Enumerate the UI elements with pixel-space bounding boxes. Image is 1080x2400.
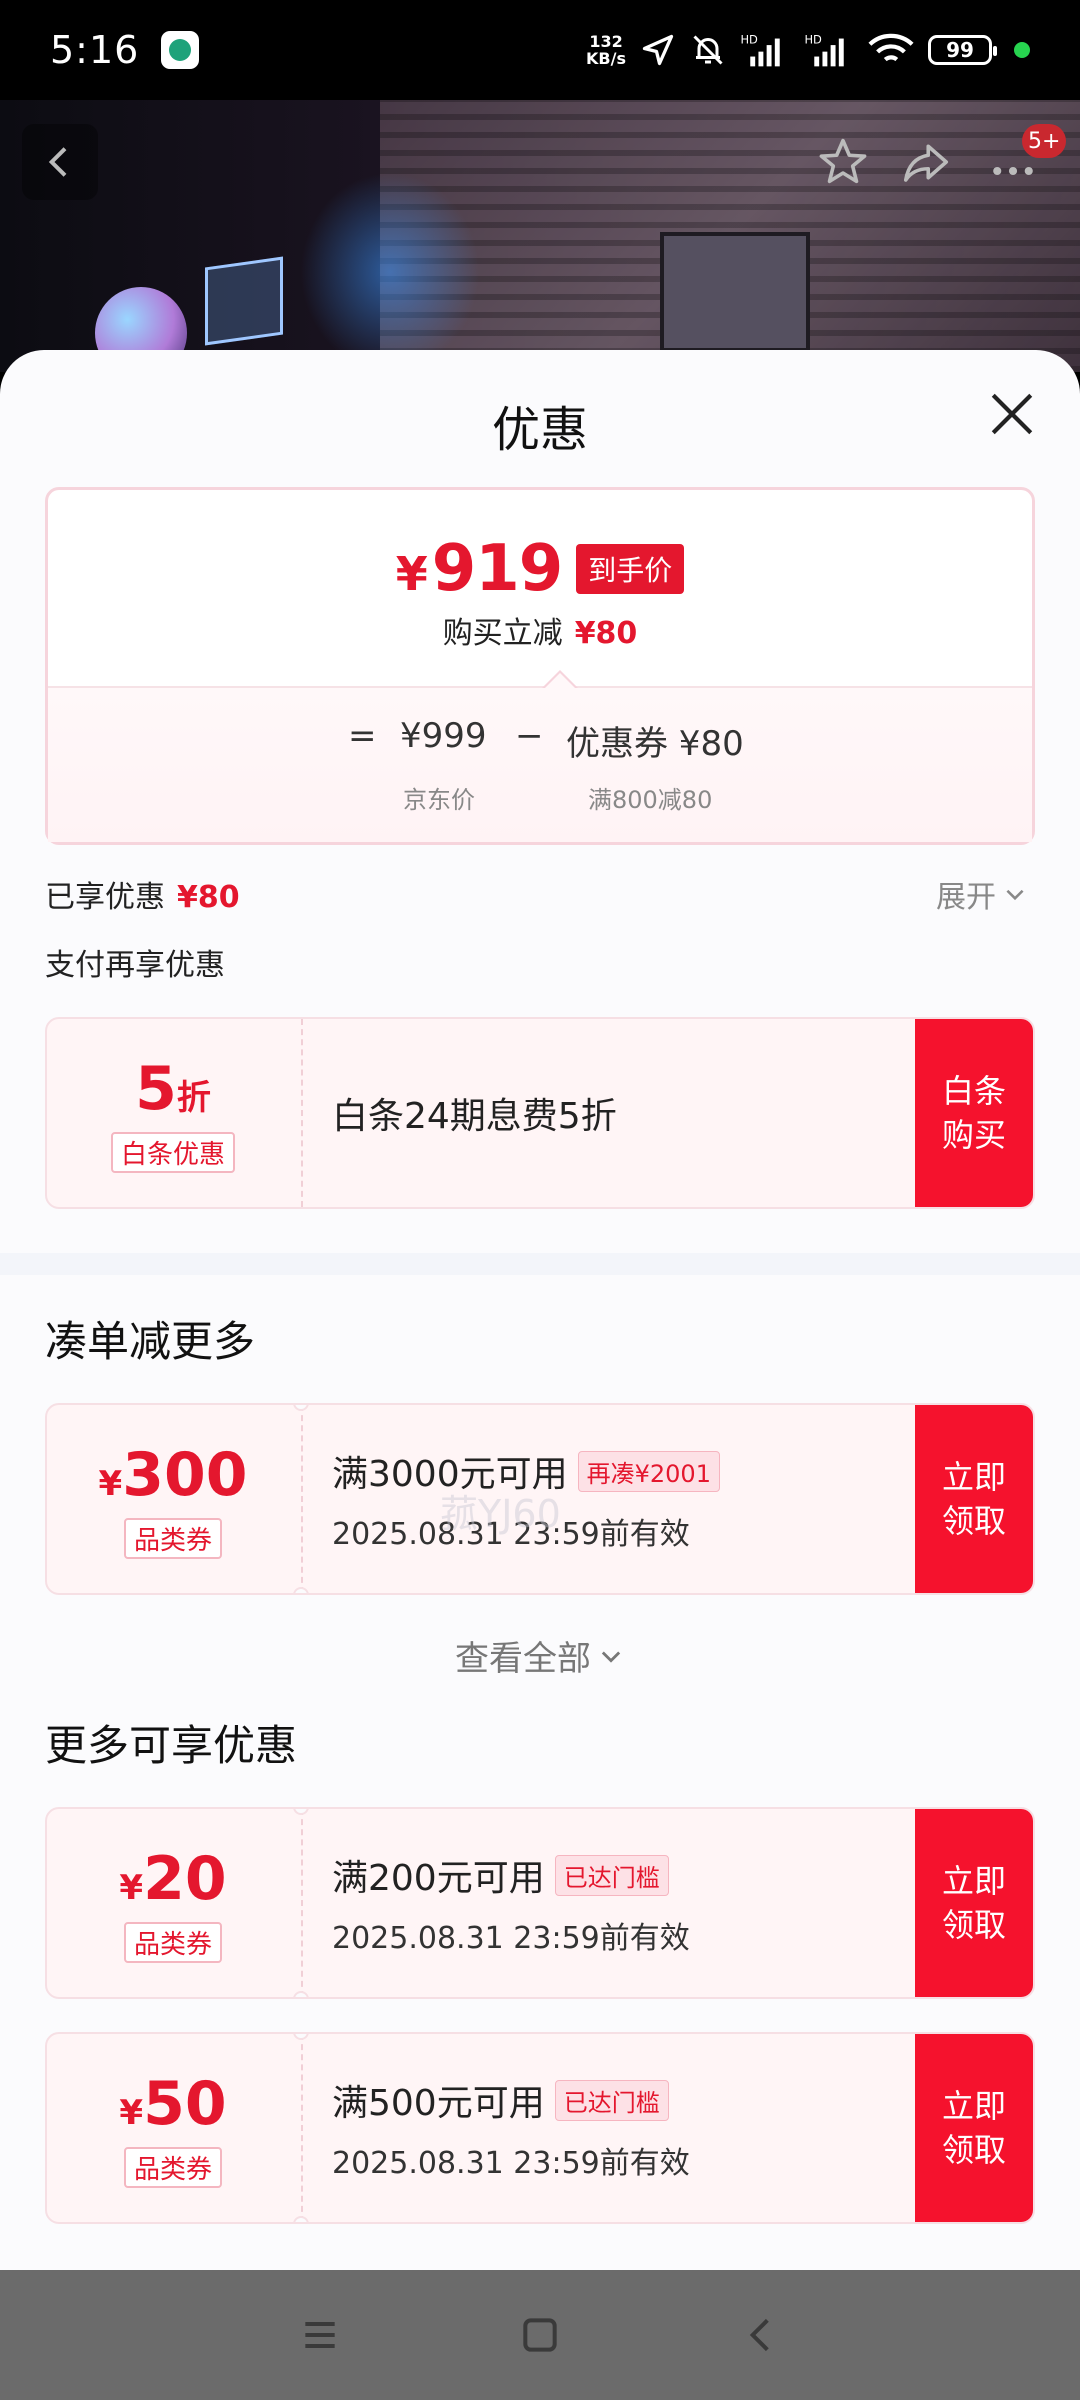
privacy-indicator: [1014, 42, 1030, 58]
coupon-type: 品类券: [123, 1517, 222, 1559]
favorite-button[interactable]: [805, 124, 881, 200]
watermark: 菰YJ60: [440, 1492, 561, 1536]
cube-graphic: [205, 256, 283, 346]
section-title-more: 凑单减更多: [45, 1317, 256, 1366]
minus-sign: −: [515, 716, 544, 756]
section-divider: [0, 1253, 1080, 1275]
share-icon: [903, 144, 949, 182]
back-icon: [48, 147, 67, 177]
claim-button[interactable]: 立即 领取: [915, 2034, 1033, 2222]
coupon-tag: 已达门槛: [554, 2079, 669, 2121]
coupon-tag: 再凑¥2001: [577, 1450, 720, 1492]
coupon-condition: 满200元可用: [332, 1858, 545, 1899]
coupon-amount: 优惠券 ¥80: [566, 724, 744, 764]
close-icon: [991, 393, 1033, 435]
baitiao-type: 白条优惠: [110, 1131, 235, 1173]
expand-button[interactable]: 展开: [936, 872, 1028, 916]
hd-label-1: HD: [740, 32, 758, 46]
coupon-card: ¥50 品类券 满500元可用 已达门槛 2025.08.31 23:59前有效…: [45, 2032, 1035, 2224]
app-notification-icon: [161, 31, 200, 69]
coupon-amount: ¥300: [98, 1439, 248, 1510]
home-button[interactable]: [510, 2305, 570, 2365]
star-icon: [819, 138, 867, 184]
section-title-extra: 更多可享优惠: [45, 1721, 298, 1770]
wifi-icon: [868, 32, 914, 68]
menu-icon: [305, 2321, 335, 2349]
price-breakdown-card: ¥ 919 到手价 购买立减 ¥80 = ¥999 − 优惠券 ¥80 京东价 满…: [45, 487, 1035, 845]
coupon-amount: ¥50: [119, 2068, 227, 2139]
battery-icon: 99: [928, 35, 997, 65]
coupon-validity: 2025.08.31 23:59前有效: [332, 1921, 690, 1956]
recent-apps-button[interactable]: [290, 2305, 350, 2365]
status-icons: 132 KB/s HD HD 99: [586, 32, 1030, 68]
price-calculation: = ¥999 − 优惠券 ¥80 京东价 满800减80: [48, 686, 1032, 842]
coupon-type: 品类券: [123, 2146, 222, 2188]
claim-button[interactable]: 立即 领取: [915, 1809, 1033, 1997]
hd-label-2: HD: [804, 32, 822, 46]
coupon-validity: 2025.08.31 23:59前有效: [332, 2146, 690, 2181]
chevron-down-icon: [1006, 889, 1024, 901]
home-icon: [523, 2318, 557, 2352]
status-bar: 5:16 132 KB/s HD HD 99: [0, 0, 1080, 100]
coupon-validity: 2025.08.31 23:59前有效: [332, 1517, 690, 1552]
close-button[interactable]: [980, 382, 1044, 446]
nav-back-button[interactable]: [730, 2305, 790, 2365]
network-speed: 132 KB/s: [586, 32, 626, 68]
baitiao-amount: 5折: [135, 1053, 211, 1124]
mute-bell-icon: [690, 32, 726, 68]
chevron-down-icon: [601, 1651, 621, 1663]
equals-sign: =: [348, 716, 377, 756]
light-glow: [300, 172, 480, 372]
instant-discount: 购买立减 ¥80: [442, 616, 638, 651]
baitiao-title: 白条24期息费5折: [332, 1096, 617, 1137]
location-icon: [640, 32, 676, 68]
system-nav-bar: [0, 2270, 1080, 2400]
coupon-caption: 满800减80: [588, 786, 713, 814]
pay-more-label: 支付再享优惠: [45, 948, 225, 983]
coupon-card: ¥20 品类券 满200元可用 已达门槛 2025.08.31 23:59前有效…: [45, 1807, 1035, 1999]
cpu-socket-graphic: [660, 232, 810, 352]
divider-arrow: [542, 670, 578, 688]
coupon-tag: 已达门槛: [554, 1854, 669, 1896]
view-all-button[interactable]: 查看全部: [0, 1631, 1080, 1680]
jd-price: ¥999: [400, 716, 487, 756]
signal-icon-2: HD: [804, 32, 854, 68]
coupon-condition: 满500元可用: [332, 2083, 545, 2124]
back-button[interactable]: [22, 124, 98, 200]
sheet-title: 优惠: [491, 402, 588, 458]
baitiao-buy-button[interactable]: 白条 购买: [915, 1019, 1033, 1207]
final-price-tag: 到手价: [576, 544, 685, 594]
baitiao-offer-card: 5折 白条优惠 白条24期息费5折 白条 购买: [45, 1017, 1035, 1209]
coupon-type: 品类券: [123, 1921, 222, 1963]
signal-icon-1: HD: [740, 32, 790, 68]
message-count-badge: 5+: [1022, 124, 1067, 158]
share-button[interactable]: [888, 124, 964, 200]
jd-price-caption: 京东价: [403, 786, 475, 814]
nav-back-icon: [749, 2318, 769, 2352]
coupon-amount: ¥20: [119, 1843, 227, 1914]
enjoyed-discount: 已享优惠 ¥80: [45, 880, 240, 915]
status-time: 5:16: [50, 28, 140, 72]
claim-button[interactable]: 立即 领取: [915, 1405, 1033, 1593]
final-price: ¥ 919: [395, 532, 564, 606]
discount-sheet: 优惠 ¥ 919 到手价 购买立减 ¥80 = ¥999 − 优惠券 ¥80 京…: [0, 350, 1080, 2270]
